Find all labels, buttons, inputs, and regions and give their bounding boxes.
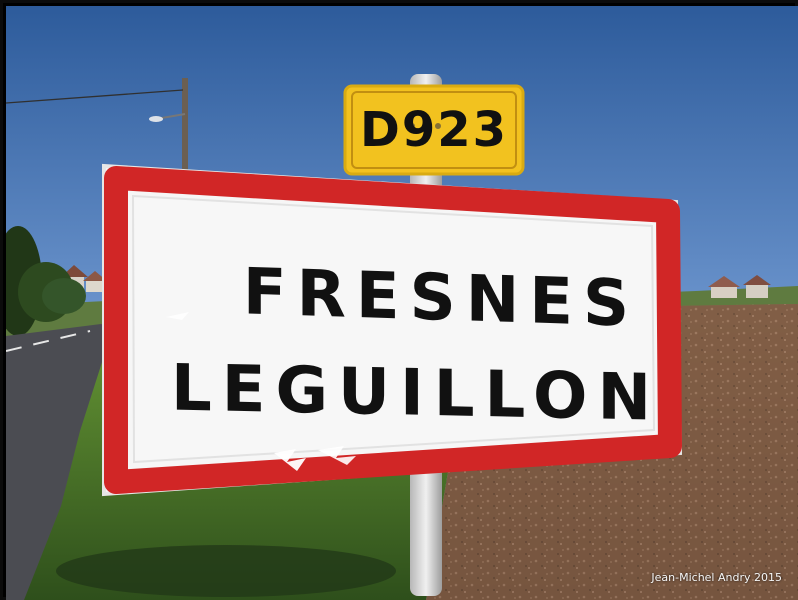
route-plate-label: D923 <box>360 102 508 158</box>
photo-frame: D923 FRESNES LEGUILLON Jean-Michel Andry… <box>0 0 798 600</box>
town-name-line-1: FRESNES <box>243 255 639 341</box>
ground-shadow <box>56 545 396 597</box>
photo-credit: Jean-Michel Andry 2015 <box>651 571 782 584</box>
town-name-line-2: LEGUILLON <box>171 351 661 435</box>
route-plate: D923 <box>343 84 525 176</box>
road-sign-photo: D923 FRESNES LEGUILLON Jean-Michel Andry… <box>6 6 798 600</box>
town-entry-sign: FRESNES LEGUILLON <box>102 163 683 497</box>
photo-scene: D923 FRESNES LEGUILLON <box>6 6 798 600</box>
